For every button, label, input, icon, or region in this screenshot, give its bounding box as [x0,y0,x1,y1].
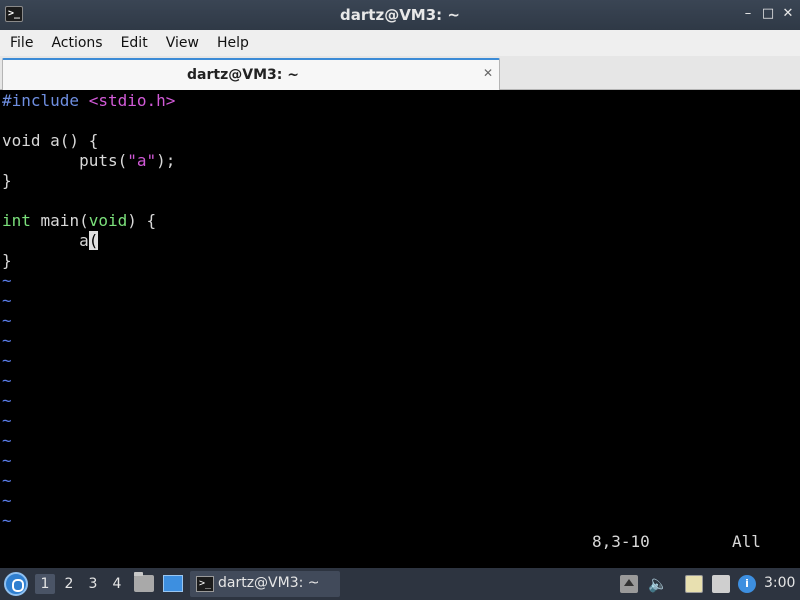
terminal-tab[interactable]: dartz@VM3: ~ ✕ [2,58,500,90]
volume-icon[interactable]: 🔈 [648,575,668,593]
empty-line-marker: ~ [2,291,12,310]
start-menu-icon[interactable] [4,572,28,596]
clipboard-icon[interactable] [685,575,703,593]
taskbar-terminal-entry[interactable]: >_ dartz@VM3: ~ [190,571,340,597]
scroll-status: All [732,532,761,551]
cursor-position-status: 8,3-10 [592,532,650,551]
menu-file[interactable]: File [10,35,33,51]
minimize-button[interactable]: – [740,6,756,22]
empty-line-marker: ~ [2,431,12,450]
window-title: dartz@VM3: ~ [340,6,460,24]
code-line-9: } [2,251,12,270]
empty-line-marker: ~ [2,371,12,390]
terminal-area[interactable]: #include <stdio.h> void a() { puts("a");… [0,91,800,568]
show-desktop-icon[interactable] [163,575,183,592]
network-icon[interactable] [712,575,730,593]
empty-line-marker: ~ [2,271,12,290]
text-cursor: ( [88,231,99,250]
workspace-2[interactable]: 2 [59,574,79,594]
window-titlebar[interactable]: >_ dartz@VM3: ~ – □ ✕ [0,0,800,30]
menu-actions[interactable]: Actions [51,35,102,51]
taskbar: 1 2 3 4 >_ dartz@VM3: ~ 🔈 i 3:00 [0,568,800,600]
empty-line-marker: ~ [2,351,12,370]
code-line-5: } [2,171,12,190]
code-line-8: a( [2,231,99,250]
workspace-4[interactable]: 4 [107,574,127,594]
task-label: dartz@VM3: ~ [218,575,320,591]
maximize-button[interactable]: □ [760,6,776,22]
empty-line-marker: ~ [2,391,12,410]
menu-edit[interactable]: Edit [121,35,148,51]
workspace-1[interactable]: 1 [35,574,55,594]
terminal-icon: >_ [196,576,214,592]
menu-view[interactable]: View [166,35,199,51]
empty-line-marker: ~ [2,331,12,350]
empty-line-marker: ~ [2,411,12,430]
notification-icon[interactable]: i [738,575,756,593]
code-line-1: #include <stdio.h> [2,91,176,110]
update-icon[interactable] [620,575,638,593]
menu-bar: File Actions Edit View Help [0,30,800,56]
file-manager-icon[interactable] [134,572,154,592]
empty-line-marker: ~ [2,491,12,510]
empty-line-marker: ~ [2,511,12,530]
empty-line-marker: ~ [2,471,12,490]
tab-label: dartz@VM3: ~ [187,67,299,83]
code-line-7: int main(void) { [2,211,157,230]
empty-line-marker: ~ [2,311,12,330]
close-button[interactable]: ✕ [780,6,796,22]
tab-close-icon[interactable]: ✕ [481,66,495,80]
code-line-3: void a() { [2,131,99,150]
workspace-3[interactable]: 3 [83,574,103,594]
code-line-4: puts("a"); [2,151,176,170]
tab-bar: dartz@VM3: ~ ✕ [0,56,800,90]
menu-help[interactable]: Help [217,35,249,51]
clock[interactable]: 3:00 [764,575,795,591]
empty-line-marker: ~ [2,451,12,470]
